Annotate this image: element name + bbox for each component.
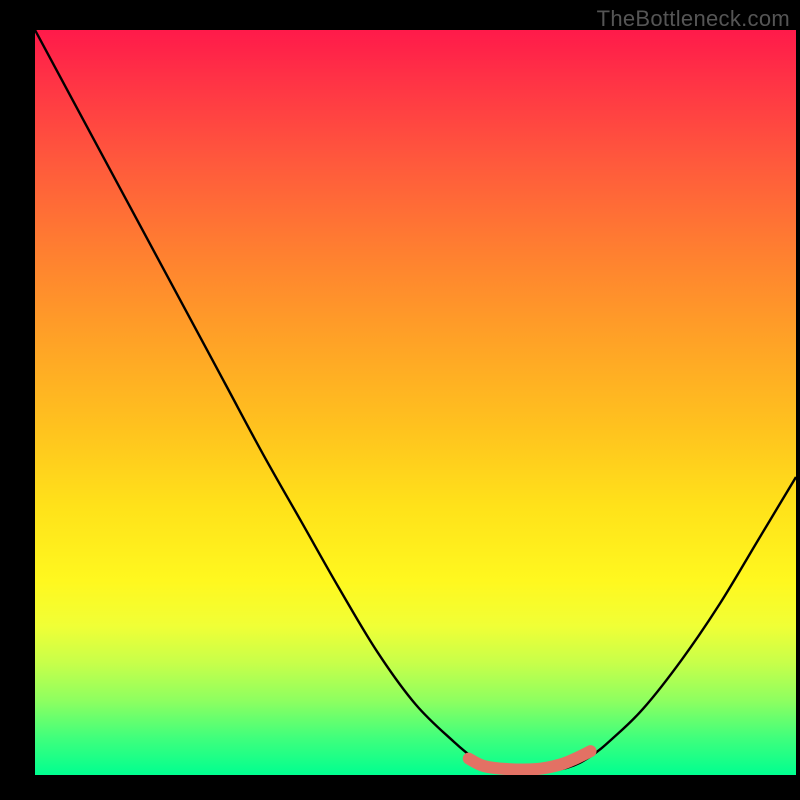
bottleneck-curve-line — [35, 30, 796, 772]
chart-svg — [35, 30, 796, 775]
chart-plot-area — [35, 30, 796, 775]
watermark-text: TheBottleneck.com — [597, 6, 790, 32]
